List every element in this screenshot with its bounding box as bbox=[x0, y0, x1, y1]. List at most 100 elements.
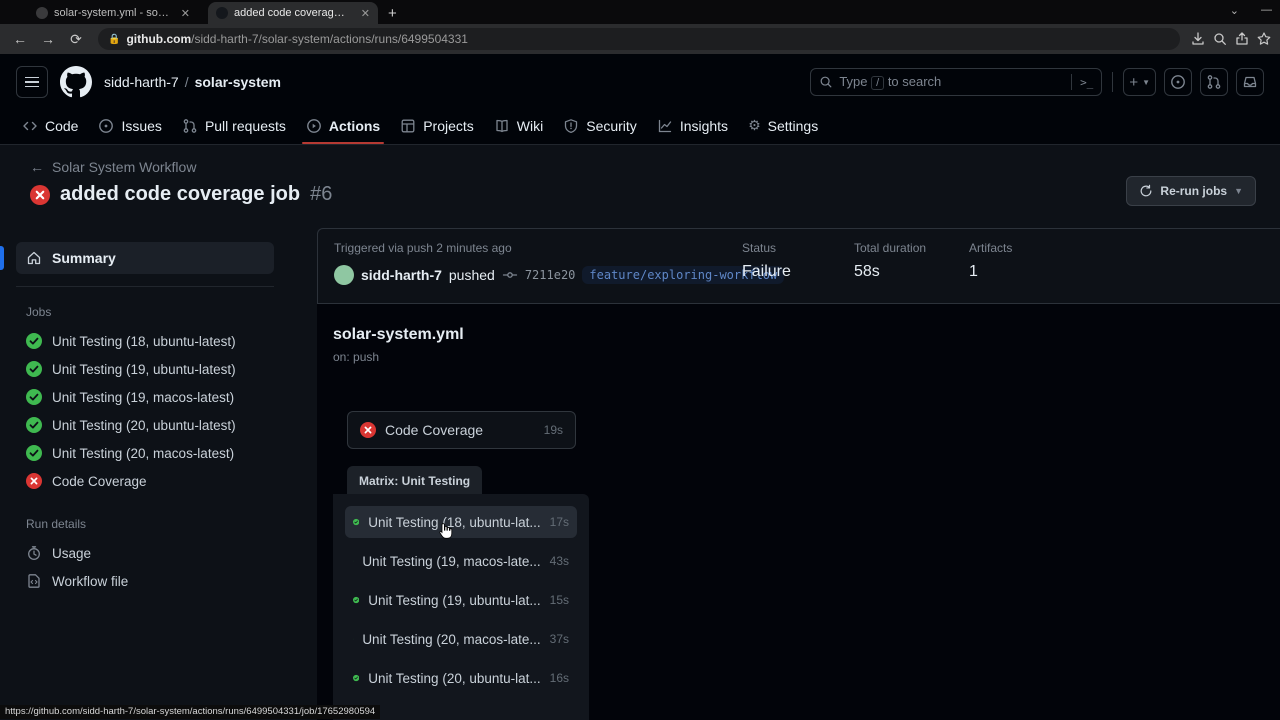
create-new-button[interactable]: + ▼ bbox=[1123, 68, 1156, 96]
duration-label: Total duration bbox=[854, 241, 927, 255]
active-indicator bbox=[0, 246, 4, 270]
tab-settings[interactable]: ⚙ Settings bbox=[738, 110, 828, 144]
notifications-button[interactable] bbox=[1236, 68, 1264, 96]
job-node-unit-testing[interactable]: Unit Testing (20, ubuntu-lat... 16s bbox=[345, 662, 577, 694]
job-node-unit-testing[interactable]: Unit Testing (19, macos-late... 43s bbox=[345, 545, 577, 577]
tab-issues[interactable]: Issues bbox=[88, 110, 171, 144]
check-circle-icon bbox=[353, 518, 360, 526]
browser-tab-active[interactable]: added code coverage job - sidd ✕ bbox=[208, 2, 378, 24]
tab-security[interactable]: Security bbox=[553, 110, 647, 144]
tab-code[interactable]: Code bbox=[12, 110, 88, 144]
stopwatch-icon bbox=[28, 546, 40, 560]
downloads-icon[interactable] bbox=[1190, 31, 1206, 47]
sidebar-job-item[interactable]: Unit Testing (19, ubuntu-latest) bbox=[16, 355, 301, 383]
hamburger-menu-button[interactable] bbox=[16, 66, 48, 98]
caret-down-icon: ▼ bbox=[1142, 77, 1150, 87]
job-node-unit-testing[interactable]: Unit Testing (20, macos-late... 37s bbox=[345, 623, 577, 655]
run-summary-card: Triggered via push 2 minutes ago sidd-ha… bbox=[317, 228, 1280, 304]
tab-close-icon[interactable]: ✕ bbox=[361, 7, 370, 20]
action-text: pushed bbox=[448, 267, 495, 283]
sync-icon bbox=[1141, 184, 1152, 197]
breadcrumb-owner[interactable]: sidd-harth-7 bbox=[104, 74, 179, 90]
sidebar-job-item[interactable]: Unit Testing (20, macos-latest) bbox=[16, 439, 301, 467]
browser-toolbar: ← → ⟳ 🔒 github.com/sidd-harth-7/solar-sy… bbox=[0, 24, 1280, 54]
breadcrumb: sidd-harth-7 / solar-system bbox=[104, 74, 281, 90]
artifacts-label: Artifacts bbox=[969, 241, 1013, 255]
run-details-label: Run details bbox=[26, 517, 87, 531]
command-palette-icon[interactable]: >_ bbox=[1080, 76, 1093, 89]
pull-requests-dashboard-button[interactable] bbox=[1200, 68, 1228, 96]
job-duration: 37s bbox=[549, 632, 569, 646]
duration-value: 58s bbox=[854, 263, 880, 280]
tab-actions[interactable]: Actions bbox=[296, 110, 390, 144]
sidebar-job-item[interactable]: Unit Testing (19, macos-latest) bbox=[16, 383, 301, 411]
minimize-icon[interactable]: — bbox=[1261, 4, 1272, 17]
sidebar-job-item[interactable]: Unit Testing (18, ubuntu-latest) bbox=[16, 327, 301, 355]
run-main: Triggered via push 2 minutes ago sidd-ha… bbox=[317, 228, 1280, 720]
active-tab-underline bbox=[301, 142, 385, 144]
github-logo[interactable] bbox=[60, 66, 92, 98]
run-title: added code coverage job bbox=[60, 183, 301, 205]
browser-tab-inactive[interactable]: solar-system.yml - solar-system ✕ bbox=[28, 2, 198, 24]
avatar[interactable] bbox=[334, 265, 354, 285]
rerun-jobs-button[interactable]: Re-run jobs ▼ bbox=[1126, 176, 1256, 206]
issues-dashboard-button[interactable] bbox=[1164, 68, 1192, 96]
check-circle-icon bbox=[26, 445, 42, 461]
sidebar-item-summary[interactable]: Summary bbox=[16, 242, 274, 274]
issue-opened-icon bbox=[1171, 75, 1185, 89]
actor-login[interactable]: sidd-harth-7 bbox=[361, 267, 442, 283]
triggered-text: Triggered via push 2 minutes ago bbox=[334, 241, 512, 255]
breadcrumb-repo[interactable]: solar-system bbox=[195, 74, 281, 90]
tab-wiki[interactable]: Wiki bbox=[484, 110, 553, 144]
pull-request-icon bbox=[1207, 75, 1221, 89]
address-bar[interactable]: 🔒 github.com/sidd-harth-7/solar-system/a… bbox=[98, 28, 1180, 50]
job-duration: 19s bbox=[543, 423, 563, 437]
matrix-group-label: Matrix: Unit Testing bbox=[347, 466, 483, 495]
share-icon[interactable] bbox=[1234, 31, 1250, 47]
tab-close-icon[interactable]: ✕ bbox=[181, 7, 190, 20]
run-number: #6 bbox=[310, 183, 333, 205]
gear-icon: ⚙ bbox=[748, 118, 761, 134]
matrix-group: Unit Testing (18, ubuntu-lat... 17s Unit… bbox=[333, 494, 589, 720]
job-node-unit-testing[interactable]: Unit Testing (19, ubuntu-lat... 15s bbox=[345, 584, 577, 616]
commit-sha[interactable]: 7211e20 bbox=[525, 268, 576, 282]
workflow-back-link[interactable]: ← Solar System Workflow bbox=[30, 159, 332, 175]
caret-down-icon: ▼ bbox=[1234, 186, 1243, 196]
bookmark-star-icon[interactable] bbox=[1256, 31, 1272, 47]
status-value: Failure bbox=[742, 263, 791, 280]
url-path: /sidd-harth-7/solar-system/actions/runs/… bbox=[191, 32, 468, 46]
job-node-unit-testing[interactable]: Unit Testing (18, ubuntu-lat... 17s bbox=[345, 506, 577, 538]
sidebar-job-item[interactable]: Unit Testing (20, ubuntu-latest) bbox=[16, 411, 301, 439]
x-circle-icon bbox=[26, 473, 42, 489]
shield-icon bbox=[565, 119, 578, 134]
tab-insights[interactable]: Insights bbox=[647, 110, 738, 144]
code-icon bbox=[23, 121, 37, 131]
search-input[interactable]: Type / to search >_ bbox=[810, 68, 1103, 96]
job-duration: 15s bbox=[549, 593, 569, 607]
arrow-left-icon: ← bbox=[30, 159, 44, 175]
tab-favicon bbox=[36, 7, 48, 19]
new-tab-button[interactable]: + bbox=[378, 5, 407, 24]
plus-icon: + bbox=[1129, 73, 1139, 91]
x-circle-icon bbox=[360, 422, 376, 438]
failure-x-circle-icon bbox=[30, 184, 50, 205]
job-duration: 16s bbox=[549, 671, 569, 685]
status-label: Status bbox=[742, 241, 777, 255]
tab-projects[interactable]: Projects bbox=[390, 110, 484, 144]
chevron-down-icon[interactable]: ⌄ bbox=[1230, 4, 1239, 17]
reload-button[interactable]: ⟳ bbox=[64, 31, 88, 48]
forward-button[interactable]: → bbox=[36, 31, 60, 47]
lock-icon: 🔒 bbox=[108, 33, 121, 45]
run-sidebar: Summary Jobs Unit Testing (18, ubuntu-la… bbox=[0, 228, 317, 720]
zoom-icon[interactable] bbox=[1212, 31, 1228, 47]
job-node-code-coverage[interactable]: Code Coverage 19s bbox=[347, 411, 576, 449]
repo-nav: Code Issues Pull requests Actions Projec… bbox=[0, 110, 1280, 145]
check-circle-icon bbox=[353, 596, 360, 604]
check-circle-icon bbox=[26, 417, 42, 433]
tab-pull-requests[interactable]: Pull requests bbox=[172, 110, 296, 144]
sidebar-item-usage[interactable]: Usage bbox=[16, 539, 301, 567]
sidebar-job-item[interactable]: Code Coverage bbox=[16, 467, 301, 495]
back-button[interactable]: ← bbox=[8, 31, 32, 47]
sidebar-item-workflow-file[interactable]: Workflow file bbox=[16, 567, 301, 595]
tab-title: solar-system.yml - solar-system bbox=[54, 7, 171, 19]
